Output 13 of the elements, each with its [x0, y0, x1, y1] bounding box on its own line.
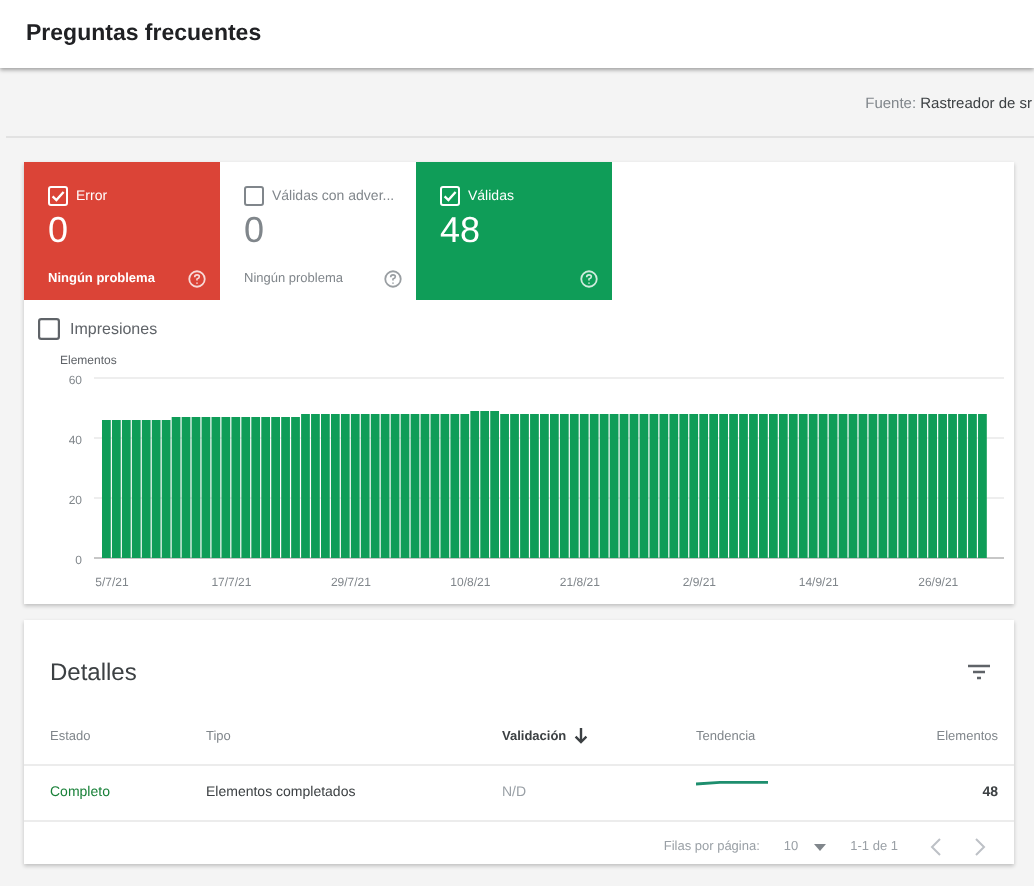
sparkline	[696, 777, 768, 785]
section-title: Detalles	[50, 658, 137, 686]
help-icon[interactable]	[384, 270, 402, 288]
tile-count: 48	[440, 210, 483, 250]
filter-icon[interactable]	[968, 664, 990, 680]
caret-icon[interactable]	[814, 843, 827, 851]
page-title: Preguntas frecuentes	[26, 22, 262, 46]
tile-count: 0	[244, 210, 267, 250]
checkbox[interactable]	[244, 186, 264, 206]
checkbox-label: Impresiones	[70, 320, 158, 338]
arrow-down-icon[interactable]	[574, 728, 589, 744]
checkbox[interactable]	[38, 318, 60, 340]
tile-count: 0	[48, 210, 71, 250]
